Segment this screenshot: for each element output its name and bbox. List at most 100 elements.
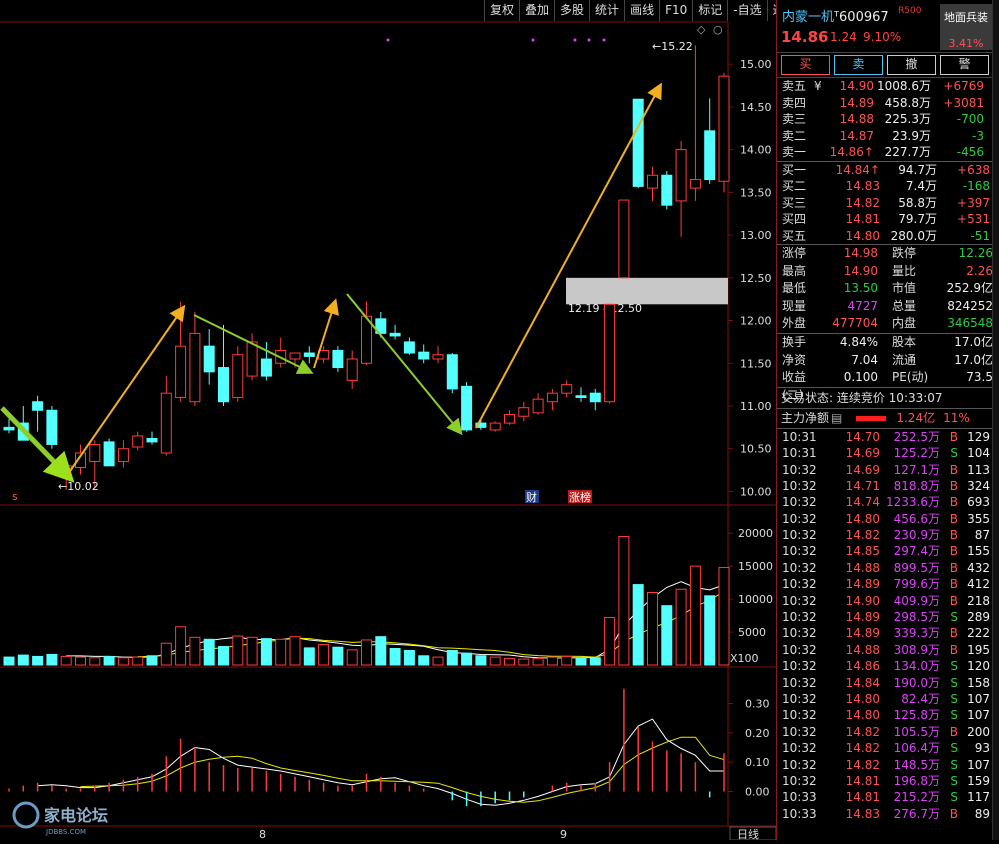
candle-body[interactable] (332, 349, 344, 369)
candle-body[interactable] (461, 385, 473, 431)
bid-row[interactable]: 买三 14.82 58.8万 +397 (777, 195, 993, 212)
candle-body[interactable] (175, 345, 187, 398)
candle-body[interactable] (218, 367, 229, 403)
toolbar-f10-button[interactable]: F10 (659, 0, 692, 21)
volume-bar[interactable] (3, 656, 15, 666)
volume-bar[interactable] (389, 648, 401, 666)
tick-row[interactable]: 10:33 14.83 276.7万 B 89 (777, 806, 993, 822)
ask-row[interactable]: 卖五 ¥14.90 1008.6万 +6769 (777, 78, 993, 95)
candle-body[interactable] (561, 384, 573, 394)
alert-button[interactable]: 警 (940, 55, 989, 75)
volume-bar[interactable] (361, 639, 372, 666)
volume-bar[interactable] (446, 650, 458, 666)
volume-bar[interactable] (532, 657, 544, 666)
tick-row[interactable]: 10:31 14.70 252.5万 B 129 (777, 429, 993, 445)
candle-body[interactable] (203, 345, 215, 373)
volume-bar[interactable] (218, 646, 229, 666)
volume-bar[interactable] (504, 657, 515, 666)
candle-body[interactable] (289, 352, 301, 360)
volume-bar[interactable] (17, 654, 29, 666)
candle-body[interactable] (3, 426, 15, 431)
volume-bar[interactable] (32, 655, 44, 666)
volume-bar[interactable] (260, 638, 272, 666)
volume-bar[interactable] (189, 636, 201, 666)
candle-body[interactable] (718, 75, 730, 182)
tick-row[interactable]: 10:32 14.84 190.0万 S 158 (777, 675, 993, 691)
toolbar-watchlist-button[interactable]: -自选 (727, 0, 766, 21)
candle-body[interactable] (132, 435, 144, 448)
volume-bar[interactable] (604, 617, 616, 666)
candle-body[interactable] (489, 422, 501, 431)
candle-body[interactable] (618, 199, 630, 279)
bid-row[interactable]: 买二 14.83 7.4万 -168 (777, 178, 993, 195)
volume-bar[interactable] (160, 642, 172, 666)
candle-body[interactable] (303, 352, 315, 357)
tick-row[interactable]: 10:32 14.89 298.5万 S 289 (777, 609, 993, 625)
tick-row[interactable]: 10:32 14.85 297.4万 B 155 (777, 543, 993, 559)
tick-row[interactable]: 10:32 14.74 1233.6万 B 693 (777, 494, 993, 510)
volume-bar[interactable] (661, 605, 673, 666)
candle-body[interactable] (675, 149, 687, 202)
volume-bar[interactable] (704, 595, 716, 666)
volume-bar[interactable] (203, 638, 215, 666)
candle-body[interactable] (689, 179, 701, 189)
sector-box[interactable]: 地面兵装 3.41% (940, 4, 992, 50)
tick-row[interactable]: 10:32 14.80 125.8万 S 107 (777, 707, 993, 723)
volume-bar[interactable] (575, 657, 587, 666)
volume-bar[interactable] (489, 656, 501, 666)
toolbar-multi-stock-button[interactable]: 多股 (554, 0, 589, 21)
bid-row[interactable]: 买五 14.80 280.0万 -51 (777, 228, 993, 245)
volume-bar[interactable] (117, 657, 129, 666)
volume-bar[interactable] (303, 647, 315, 666)
toolbar-adjust-button[interactable]: 复权 (484, 0, 519, 21)
buy-button[interactable]: 买 (781, 55, 830, 75)
tick-row[interactable]: 10:32 14.82 106.4万 S 93 (777, 740, 993, 756)
bid-row[interactable]: 买四 14.81 79.7万 +531 (777, 211, 993, 228)
tick-row[interactable]: 10:32 14.89 339.3万 B 222 (777, 625, 993, 641)
volume-bar[interactable] (518, 658, 530, 666)
volume-bar[interactable] (718, 566, 730, 666)
candle-body[interactable] (647, 174, 658, 189)
kline-chart-area[interactable]: 15.00 14.50 14.00 13.50 13.00 12.50 12.00 11.50… (0, 0, 802, 841)
volume-bar[interactable] (103, 655, 115, 666)
main-net-flow[interactable]: 主力净额 ▤ 1.24亿 11% (777, 407, 993, 429)
period-label[interactable]: 日线 (737, 827, 759, 841)
marker-zhangbang[interactable]: 涨榜 (569, 490, 591, 504)
diamond-icon[interactable]: ◇ (697, 23, 706, 36)
toolbar-overlay-button[interactable]: 叠加 (519, 0, 554, 21)
volume-bar[interactable] (647, 592, 658, 666)
stock-title[interactable]: 内蒙一机ᵀ600967 (782, 6, 889, 25)
candle-body[interactable] (403, 341, 415, 354)
candle-body[interactable] (546, 392, 558, 403)
tick-row[interactable]: 10:31 14.69 125.2万 S 104 (777, 445, 993, 461)
candle-body[interactable] (89, 443, 101, 463)
sell-button[interactable]: 卖 (834, 55, 883, 75)
ask-row[interactable]: 卖一 14.86↑ 227.7万 -456 (777, 144, 993, 161)
candle-body[interactable] (446, 354, 458, 390)
tick-row[interactable]: 10:32 14.81 196.8万 S 159 (777, 773, 993, 789)
cancel-order-button[interactable]: 撤 (887, 55, 936, 75)
candle-body[interactable] (160, 392, 172, 454)
candle-body[interactable] (704, 130, 716, 181)
candle-body[interactable] (432, 354, 444, 360)
tick-row[interactable]: 10:32 14.80 82.4万 S 107 (777, 691, 993, 707)
candle-body[interactable] (661, 174, 673, 206)
tick-row[interactable]: 10:32 14.90 409.9万 B 218 (777, 593, 993, 609)
candle-body[interactable] (532, 398, 544, 414)
ask-row[interactable]: 卖三 14.88 225.3万 -700 (777, 111, 993, 128)
volume-bar[interactable] (589, 657, 601, 666)
tick-row[interactable]: 10:32 14.86 134.0万 S 120 (777, 658, 993, 674)
candle-body[interactable] (518, 407, 530, 417)
right-edge-scrollbar[interactable] (992, 0, 999, 840)
tick-row[interactable]: 10:32 14.82 148.5万 S 107 (777, 757, 993, 773)
tick-row[interactable]: 10:32 14.89 799.6万 B 412 (777, 576, 993, 592)
candle-body[interactable] (389, 332, 401, 337)
circle-icon[interactable]: ○ (713, 23, 723, 36)
volume-bar[interactable] (632, 584, 644, 666)
volume-bar[interactable] (246, 636, 258, 666)
candle-body[interactable] (246, 341, 258, 377)
marker-cai[interactable]: 财 (526, 490, 537, 504)
bid-row[interactable]: 买一 14.84↑ 94.7万 +638 (777, 162, 993, 179)
candle-body[interactable] (189, 332, 201, 403)
volume-bar[interactable] (675, 588, 687, 666)
